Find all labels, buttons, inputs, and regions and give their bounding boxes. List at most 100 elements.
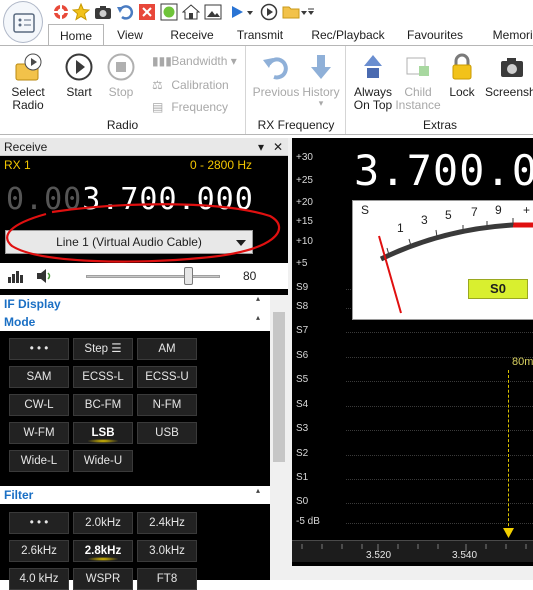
mode-button[interactable]: • • •: [9, 338, 69, 360]
customize-icon[interactable]: [306, 3, 316, 21]
undo-icon[interactable]: [116, 3, 134, 21]
if-display-collapse-icon[interactable]: ▴: [256, 294, 260, 303]
child-instance-button[interactable]: Child Instance: [394, 52, 442, 112]
mode-button[interactable]: Wide-L: [9, 450, 69, 472]
green-circle-icon[interactable]: [160, 3, 178, 21]
filter-collapse-icon[interactable]: ▴: [256, 486, 260, 495]
screenshot-icon: [497, 52, 527, 82]
image-icon[interactable]: [204, 3, 222, 21]
filter-header[interactable]: Filter: [0, 486, 270, 504]
filter-button[interactable]: 2.0kHz: [73, 512, 133, 534]
bandwidth-button[interactable]: ▮▮▮ Bandwidth ▾: [152, 52, 237, 70]
scale-tick: +25: [296, 175, 313, 186]
scale-tick: S3: [296, 423, 309, 434]
frequency-label: Frequency: [171, 100, 229, 114]
tab-transmit[interactable]: Transmit: [232, 24, 288, 46]
s-meter-face: [378, 218, 533, 314]
annotation-ellipse: [6, 203, 281, 263]
close-box-icon[interactable]: [138, 3, 156, 21]
calibration-button[interactable]: ⚖ Calibration: [152, 76, 229, 94]
dropdown-arrow-icon[interactable]: [246, 3, 254, 21]
child-instance-label: Child Instance: [395, 85, 441, 112]
meter-bars-icon: [8, 269, 24, 286]
screenshot-button[interactable]: Screensh: [485, 52, 533, 99]
app-menu-icon[interactable]: [3, 1, 43, 43]
volume-slider-thumb[interactable]: [184, 267, 193, 285]
mode-button[interactable]: W-FM: [9, 422, 69, 444]
mode-button[interactable]: BC-FM: [73, 394, 133, 416]
mode-button[interactable]: LSB: [73, 422, 133, 444]
scale-tick: S6: [296, 350, 309, 361]
always-on-top-button[interactable]: Always On Top: [349, 52, 397, 112]
tab-rec-playback[interactable]: Rec/Playback: [308, 24, 388, 46]
x-tick-3520: 3.520: [366, 550, 392, 561]
scale-tick: -5 dB: [296, 516, 320, 527]
tab-memories[interactable]: Memorie: [486, 24, 533, 46]
previous-button[interactable]: Previous: [252, 52, 300, 99]
tab-receive[interactable]: Receive: [164, 24, 220, 46]
lock-button[interactable]: Lock: [438, 52, 486, 99]
volume-slider-track[interactable]: [86, 275, 220, 278]
close-icon[interactable]: ✕: [273, 138, 283, 156]
filter-button[interactable]: • • •: [9, 512, 69, 534]
filter-button[interactable]: 4.0 kHz: [9, 568, 69, 590]
filter-button[interactable]: 2.6kHz: [9, 540, 69, 562]
history-icon: [306, 52, 336, 82]
play-icon[interactable]: [228, 3, 246, 21]
lifebuoy-icon[interactable]: [52, 3, 70, 21]
stop-button[interactable]: Stop: [97, 52, 145, 99]
filter-button[interactable]: 2.4kHz: [137, 512, 197, 534]
bandwidth-icon: ▮▮▮: [152, 54, 172, 68]
mode-button[interactable]: Wide-U: [73, 450, 133, 472]
rx-frequency-group: Previous History ▾ RX Frequency: [247, 46, 346, 134]
mode-button[interactable]: ECSS-L: [73, 366, 133, 388]
history-button[interactable]: History ▾: [297, 52, 345, 108]
scrollbar-thumb[interactable]: [273, 312, 285, 462]
calibration-label: Calibration: [171, 78, 229, 92]
select-radio-button[interactable]: Select Radio: [4, 52, 52, 112]
mode-button[interactable]: N-FM: [137, 394, 197, 416]
previous-icon: [261, 52, 291, 82]
start-icon: [64, 52, 94, 82]
speaker-icon[interactable]: [36, 268, 54, 287]
mode-button[interactable]: AM: [137, 338, 197, 360]
filter-button[interactable]: WSPR: [73, 568, 133, 590]
mode-collapse-icon[interactable]: ▴: [256, 313, 260, 322]
scale-tick: S0: [296, 496, 309, 507]
waterfall-area[interactable]: [292, 566, 533, 580]
star-icon[interactable]: [71, 2, 91, 21]
if-display-header[interactable]: IF Display: [0, 295, 270, 313]
grid-line: [346, 455, 533, 456]
play-circle-icon[interactable]: [260, 3, 278, 21]
meter-scale-plus: +: [523, 203, 531, 217]
mode-button[interactable]: Step ☰: [73, 338, 133, 360]
spectrum-panel: 3.700.0 +30 +25 +20 +15 +10 +5 S9 S8 S7 S6 S5 S4 S3 S…: [292, 138, 533, 580]
frequency-button[interactable]: ▤ Frequency: [152, 98, 228, 116]
scale-tick: +15: [296, 216, 313, 227]
scale-tick: S7: [296, 325, 309, 336]
filter-button[interactable]: 3.0kHz: [137, 540, 197, 562]
filter-button[interactable]: FT8: [137, 568, 197, 590]
scale-tick: +30: [296, 152, 313, 163]
camera-icon[interactable]: [94, 3, 112, 21]
mode-button[interactable]: SAM: [9, 366, 69, 388]
mode-button[interactable]: ECSS-U: [137, 366, 197, 388]
folder-icon[interactable]: [282, 3, 300, 21]
tab-favourites[interactable]: Favourites: [402, 24, 468, 46]
tab-home[interactable]: Home: [48, 24, 104, 46]
extras-group: Always On Top Child Instance Lock Screen…: [347, 46, 533, 134]
start-button[interactable]: Start: [55, 52, 103, 99]
mode-button[interactable]: CW-L: [9, 394, 69, 416]
filter-button[interactable]: 2.8kHz: [73, 540, 133, 562]
tab-view[interactable]: View: [108, 24, 152, 46]
mode-button[interactable]: USB: [137, 422, 197, 444]
meter-scale-9: 9: [495, 203, 502, 217]
home-icon[interactable]: [181, 3, 201, 21]
band-marker-arrow-icon: [503, 528, 514, 538]
pin-icon[interactable]: ▾: [258, 138, 264, 156]
grid-line: [346, 357, 533, 358]
receive-panel-title: Receive: [4, 140, 48, 154]
scale-tick: S5: [296, 374, 309, 385]
grid-line: [346, 479, 533, 480]
mode-header[interactable]: Mode: [0, 313, 270, 331]
